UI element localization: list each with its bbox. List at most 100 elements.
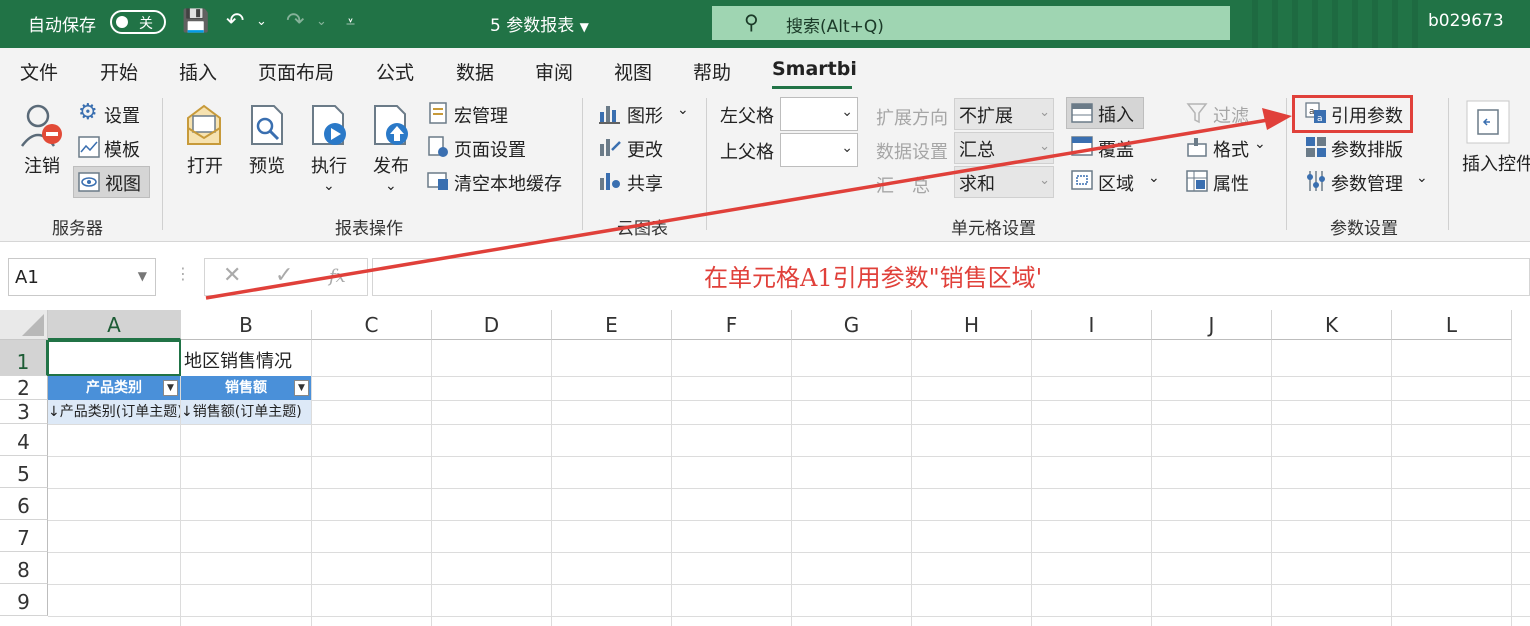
insert-grid-icon <box>1071 103 1093 123</box>
row-header-7[interactable]: 7 <box>0 520 48 552</box>
highlight-box <box>1292 95 1413 133</box>
toggle-knob <box>116 16 128 28</box>
page-setup-icon <box>428 136 448 157</box>
filter-dropdown-icon[interactable]: ▼ <box>294 380 309 396</box>
name-box-value: A1 <box>15 267 39 288</box>
insert-control-label: 插入控件 <box>1462 154 1530 175</box>
insert-label: 插入 <box>1098 105 1134 126</box>
row-header-9[interactable]: 9 <box>0 584 48 616</box>
summary-label: 汇 总 <box>876 176 930 197</box>
column-header-f[interactable]: F <box>672 310 792 340</box>
column-header-e[interactable]: E <box>552 310 672 340</box>
grid-line <box>48 616 1530 617</box>
data-setting-select: 汇总 ⌄ <box>954 132 1054 164</box>
cell-a2[interactable]: 产品类别 ▼ <box>48 376 180 400</box>
active-tab-indicator <box>772 86 852 89</box>
column-header-i[interactable]: I <box>1032 310 1152 340</box>
summary-value: 求和 <box>959 174 995 195</box>
expand-direction-value: 不扩展 <box>959 106 1013 127</box>
chevron-down-icon: ⌄ <box>1039 139 1050 154</box>
search-text: 搜索(Alt+Q) <box>786 17 884 37</box>
left-parent-select[interactable]: ⌄ <box>780 97 858 131</box>
tab-help[interactable]: 帮助 <box>693 58 731 85</box>
name-box[interactable]: A1 ▼ <box>8 258 156 296</box>
top-parent-select[interactable]: ⌄ <box>780 133 858 167</box>
cancel-icon[interactable]: ✕ <box>223 263 241 288</box>
selected-cell-a1[interactable] <box>47 340 181 376</box>
row-header-6[interactable]: 6 <box>0 488 48 520</box>
column-header-g[interactable]: G <box>792 310 912 340</box>
region-grid-icon <box>1071 170 1093 190</box>
document-title[interactable]: 5 参数报表 ▼ <box>490 11 589 36</box>
cell-b2[interactable]: 销售额 ▼ <box>181 376 311 400</box>
row-header-8[interactable]: 8 <box>0 552 48 584</box>
row-header-4[interactable]: 4 <box>0 424 48 456</box>
row-header-5[interactable]: 5 <box>0 456 48 488</box>
grid-line <box>48 424 1530 425</box>
group-separator <box>582 98 583 230</box>
tab-smartbi[interactable]: Smartbi <box>772 58 857 80</box>
format-chevron-icon: ⌄ <box>1254 136 1266 152</box>
view-label: 视图 <box>105 174 141 195</box>
bar-chart-icon <box>599 106 620 124</box>
row-header-3[interactable]: 3 <box>0 400 48 424</box>
region-chevron-icon: ⌄ <box>1148 170 1160 186</box>
undo-dropdown-icon[interactable]: ⌄ <box>256 8 267 36</box>
column-header-d[interactable]: D <box>432 310 552 340</box>
expand-direction-label: 扩展方向 <box>876 108 948 129</box>
grid-line <box>48 520 1530 521</box>
cell-a2-text: 产品类别 <box>86 380 142 396</box>
tab-insert[interactable]: 插入 <box>179 58 217 85</box>
user-name[interactable]: b029673 <box>1428 11 1504 31</box>
redo-dropdown-icon: ⌄ <box>316 14 327 29</box>
function-icon[interactable]: fx <box>329 266 346 287</box>
tab-formulas[interactable]: 公式 <box>376 58 414 85</box>
tab-data[interactable]: 数据 <box>456 58 494 85</box>
view-button[interactable]: 视图 <box>73 166 150 198</box>
row-header-2[interactable]: 2 <box>0 376 48 400</box>
search-icon: ⚲ <box>744 10 759 34</box>
group-separator <box>1448 98 1449 230</box>
column-header-j[interactable]: J <box>1152 310 1272 340</box>
confirm-icon[interactable]: ✓ <box>275 263 293 288</box>
tab-file[interactable]: 文件 <box>20 58 58 85</box>
filter-icon <box>1186 103 1208 124</box>
group-separator <box>706 98 707 230</box>
insert-mode-button[interactable]: 插入 <box>1066 97 1144 129</box>
tab-review[interactable]: 审阅 <box>535 58 573 85</box>
top-parent-label: 上父格 <box>720 142 774 163</box>
tab-page-layout[interactable]: 页面布局 <box>258 58 334 85</box>
cell-a3[interactable]: ↓产品类别(订单主题) <box>48 400 180 424</box>
grid-line <box>48 456 1530 457</box>
ribbon-tabs: 文件 开始 插入 页面布局 公式 数据 审阅 视图 帮助 Smartbi <box>0 48 1530 92</box>
customize-toolbar-icon[interactable]: ⩡ <box>346 8 355 36</box>
logout-label: 注销 <box>24 156 60 177</box>
publish-chevron-icon: ⌄ <box>385 178 397 194</box>
share-label: 共享 <box>627 174 663 195</box>
cell-b2-text: 销售额 <box>225 380 267 396</box>
tab-home[interactable]: 开始 <box>100 58 138 85</box>
cell-b3[interactable]: ↓销售额(订单主题) <box>181 400 311 424</box>
formula-bar-grip-icon: ⋮ <box>175 264 191 283</box>
column-header-a[interactable]: A <box>48 310 181 340</box>
search-box[interactable]: ⚲ 搜索(Alt+Q) <box>712 6 1230 40</box>
select-all-corner[interactable] <box>0 310 48 340</box>
autosave-toggle[interactable]: 关 <box>110 10 166 34</box>
template-icon <box>78 136 100 158</box>
cell-b1[interactable]: 地区销售情况 <box>184 347 292 373</box>
row-header-1[interactable]: 1 <box>0 340 48 376</box>
column-header-l[interactable]: L <box>1392 310 1512 340</box>
column-header-c[interactable]: C <box>312 310 432 340</box>
filter-dropdown-icon[interactable]: ▼ <box>163 380 178 396</box>
column-header-k[interactable]: K <box>1272 310 1392 340</box>
column-header-h[interactable]: H <box>912 310 1032 340</box>
save-icon[interactable]: 💾 <box>182 8 209 36</box>
publish-label: 发布 <box>373 156 409 177</box>
group-label-cloud-chart: 云图表 <box>617 219 668 239</box>
grid-line <box>48 584 1530 585</box>
undo-icon[interactable]: ↶ <box>226 8 244 36</box>
chevron-down-icon: ⌄ <box>841 104 853 120</box>
column-header-b[interactable]: B <box>181 310 312 340</box>
param-layout-label: 参数排版 <box>1331 140 1403 161</box>
tab-view[interactable]: 视图 <box>614 58 652 85</box>
